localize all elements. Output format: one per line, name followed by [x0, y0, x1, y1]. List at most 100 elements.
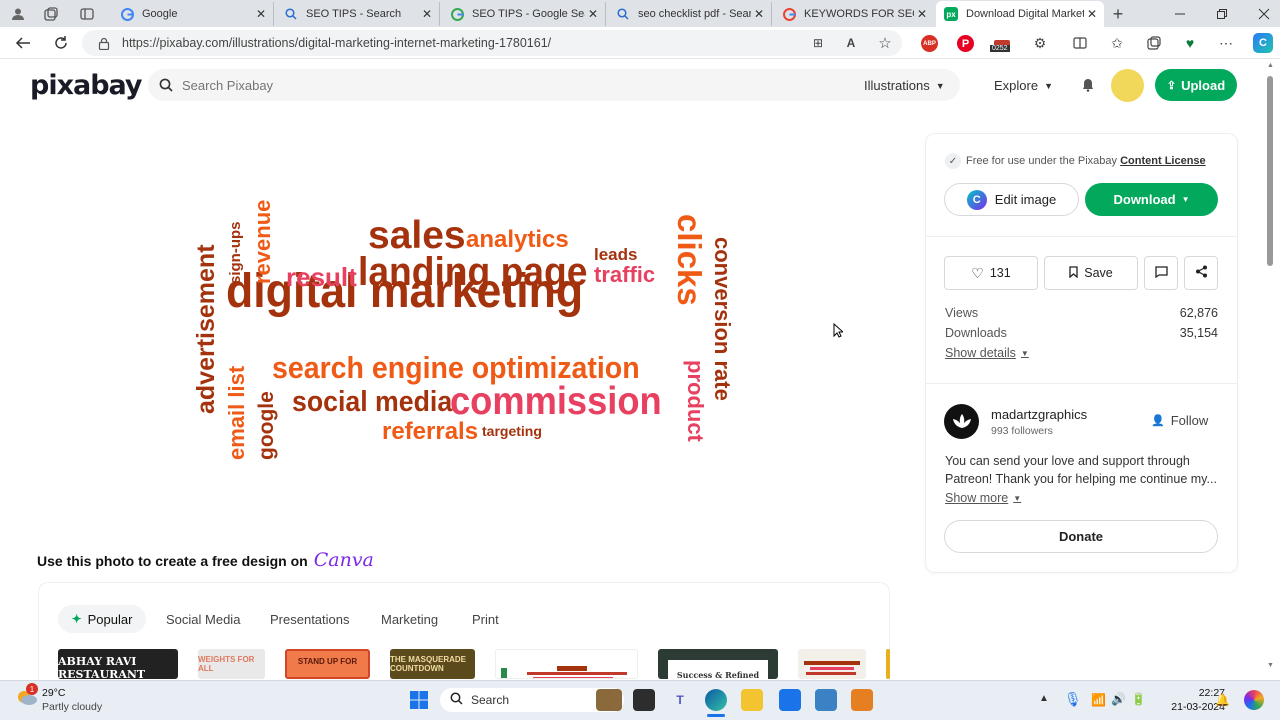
url-bar[interactable]: https://pixabay.com/illustrations/digita…	[82, 30, 902, 56]
teams-icon[interactable]: T	[669, 689, 691, 711]
pixabay-logo[interactable]: pixabay	[30, 70, 143, 101]
paint-icon[interactable]	[851, 689, 873, 711]
read-aloud-icon[interactable]: A	[843, 35, 859, 51]
tab-actions-icon[interactable]	[76, 4, 98, 24]
profile-icon[interactable]	[8, 4, 28, 24]
minimize-icon[interactable]	[1170, 4, 1190, 24]
collections-icon[interactable]	[1145, 35, 1163, 51]
edge-browser-icon[interactable]	[705, 689, 727, 711]
scroll-up-arrow-icon[interactable]: ▲	[1267, 62, 1274, 69]
scroll-down-arrow-icon[interactable]: ▼	[1267, 662, 1274, 669]
extension-badge-icon[interactable]: 0252	[990, 33, 1014, 55]
more-menu-icon[interactable]: ⋯	[1217, 35, 1235, 51]
template-thumbnail[interactable]	[886, 649, 890, 679]
weather-icon[interactable]: 1	[16, 683, 38, 709]
user-avatar[interactable]	[1111, 69, 1144, 102]
browser-tab[interactable]: seo checklist pdf - Search ✕	[608, 2, 772, 26]
chevron-up-icon[interactable]: ▲	[1039, 693, 1049, 704]
extensions-puzzle-icon[interactable]: ⚙	[1031, 35, 1049, 51]
close-tab-icon[interactable]: ✕	[914, 7, 930, 21]
copilot-taskbar-icon[interactable]	[1244, 690, 1264, 710]
restore-icon[interactable]	[1212, 4, 1232, 24]
share-button[interactable]	[1184, 256, 1218, 290]
store-icon[interactable]	[779, 689, 801, 711]
notifications-bell-icon[interactable]	[1079, 77, 1097, 93]
pinterest-icon[interactable]: P	[957, 35, 974, 52]
browser-tab[interactable]: Google ✕	[112, 2, 274, 26]
template-thumbnail[interactable]: WEIGHTS FOR ALL	[198, 649, 265, 679]
template-thumbnail[interactable]: STAND UP FOR	[285, 649, 370, 679]
explore-menu[interactable]: Explore ▼	[994, 78, 1053, 93]
cloud-word: social media	[292, 386, 453, 418]
refresh-icon[interactable]	[50, 33, 72, 53]
browser-tab-active[interactable]: px Download Digital Marketing ✕	[936, 1, 1104, 27]
donate-button[interactable]: Donate	[944, 520, 1218, 553]
template-thumbnail[interactable]: THE MASQUERADE COUNTDOWN	[390, 649, 475, 679]
close-tab-icon[interactable]: ✕	[585, 7, 601, 21]
tab-presentations[interactable]: Presentations	[270, 605, 350, 633]
chevron-down-icon: ▼	[1013, 494, 1022, 503]
file-explorer-icon[interactable]	[741, 689, 763, 711]
upload-button[interactable]: ⇪ Upload	[1155, 69, 1237, 101]
adblock-icon[interactable]: ABP	[921, 35, 938, 52]
microphone-icon[interactable]: 🎙	[1064, 691, 1082, 708]
author-name[interactable]: madartzgraphics	[991, 407, 1087, 422]
word-cloud-image[interactable]: digital marketing search engine optimiza…	[190, 180, 740, 470]
battery-icon[interactable]: 🔋	[1131, 692, 1146, 706]
wifi-icon[interactable]: 📶	[1091, 693, 1106, 707]
search-highlight-icon[interactable]	[596, 689, 622, 711]
close-tab-icon[interactable]: ✕	[253, 7, 269, 21]
notification-bell-icon[interactable]: 🔔	[1215, 693, 1230, 707]
downloads-label: Downloads	[945, 326, 1007, 340]
close-tab-icon[interactable]: ✕	[419, 7, 435, 21]
close-window-icon[interactable]	[1254, 4, 1274, 24]
favorite-star-icon[interactable]: ☆	[876, 35, 894, 52]
close-tab-icon[interactable]: ✕	[751, 7, 767, 21]
temperature: 29°C	[42, 687, 66, 699]
apps-icon[interactable]: ⊞	[810, 35, 826, 51]
close-tab-icon[interactable]: ✕	[1084, 7, 1100, 21]
task-view-icon[interactable]	[633, 689, 655, 711]
template-thumbnail[interactable]: ABHAY RAVI RESTAURANT	[58, 649, 178, 679]
lock-icon[interactable]	[96, 35, 112, 51]
canva-brand-logo[interactable]: Canva	[314, 549, 374, 571]
edit-image-button[interactable]: C Edit image	[944, 183, 1079, 216]
tab-popular[interactable]: ✦ Popular	[58, 605, 146, 633]
search-input[interactable]	[182, 75, 782, 95]
bookmark-icon	[1069, 265, 1078, 281]
content-license-link[interactable]: Content License	[1120, 155, 1206, 167]
download-button[interactable]: Download ▼	[1085, 183, 1218, 216]
notepad-icon[interactable]	[815, 689, 837, 711]
template-thumbnail[interactable]	[495, 649, 638, 679]
copilot-icon[interactable]: C	[1253, 33, 1273, 53]
page-scrollbar[interactable]: ▲ ▼	[1266, 62, 1274, 676]
tab-marketing[interactable]: Marketing	[381, 605, 438, 633]
browser-tab[interactable]: KEYWORDS FOR SEO PDF ✕	[774, 2, 934, 26]
tab-print[interactable]: Print	[472, 605, 499, 633]
author-avatar[interactable]	[944, 404, 979, 439]
workspaces-icon[interactable]	[40, 4, 62, 24]
like-button[interactable]: ♡ 131	[944, 256, 1038, 290]
favorites-icon[interactable]: ✩	[1108, 35, 1126, 51]
show-more-link[interactable]: Show more ▼	[945, 491, 1021, 505]
template-thumbnail[interactable]	[798, 649, 866, 679]
windows-start-icon[interactable]	[408, 689, 430, 711]
extension-badge-count: 0252	[990, 45, 1010, 52]
scrollbar-thumb[interactable]	[1267, 76, 1273, 266]
comment-button[interactable]	[1144, 256, 1178, 290]
follow-button[interactable]: 👤 Follow	[1151, 413, 1208, 428]
new-tab-icon[interactable]: +	[1108, 4, 1128, 24]
volume-icon[interactable]: 🔊	[1111, 692, 1126, 706]
split-screen-icon[interactable]	[1071, 35, 1089, 51]
search-type-dropdown[interactable]: Illustrations ▼	[864, 78, 945, 93]
chevron-down-icon: ▼	[1044, 80, 1053, 91]
save-button[interactable]: Save	[1044, 256, 1138, 290]
canva-logo-icon: C	[966, 189, 987, 210]
show-details-link[interactable]: Show details ▼	[945, 346, 1029, 360]
tab-social-media[interactable]: Social Media	[166, 605, 240, 633]
template-thumbnail[interactable]: Success & Refined	[658, 649, 778, 679]
browser-essentials-icon[interactable]: ♥	[1181, 35, 1199, 51]
back-icon[interactable]	[12, 33, 34, 53]
browser-tab[interactable]: SEO TIPS - Search ✕	[276, 2, 440, 26]
browser-tab[interactable]: SEO TIPS - Google Search ✕	[442, 2, 606, 26]
